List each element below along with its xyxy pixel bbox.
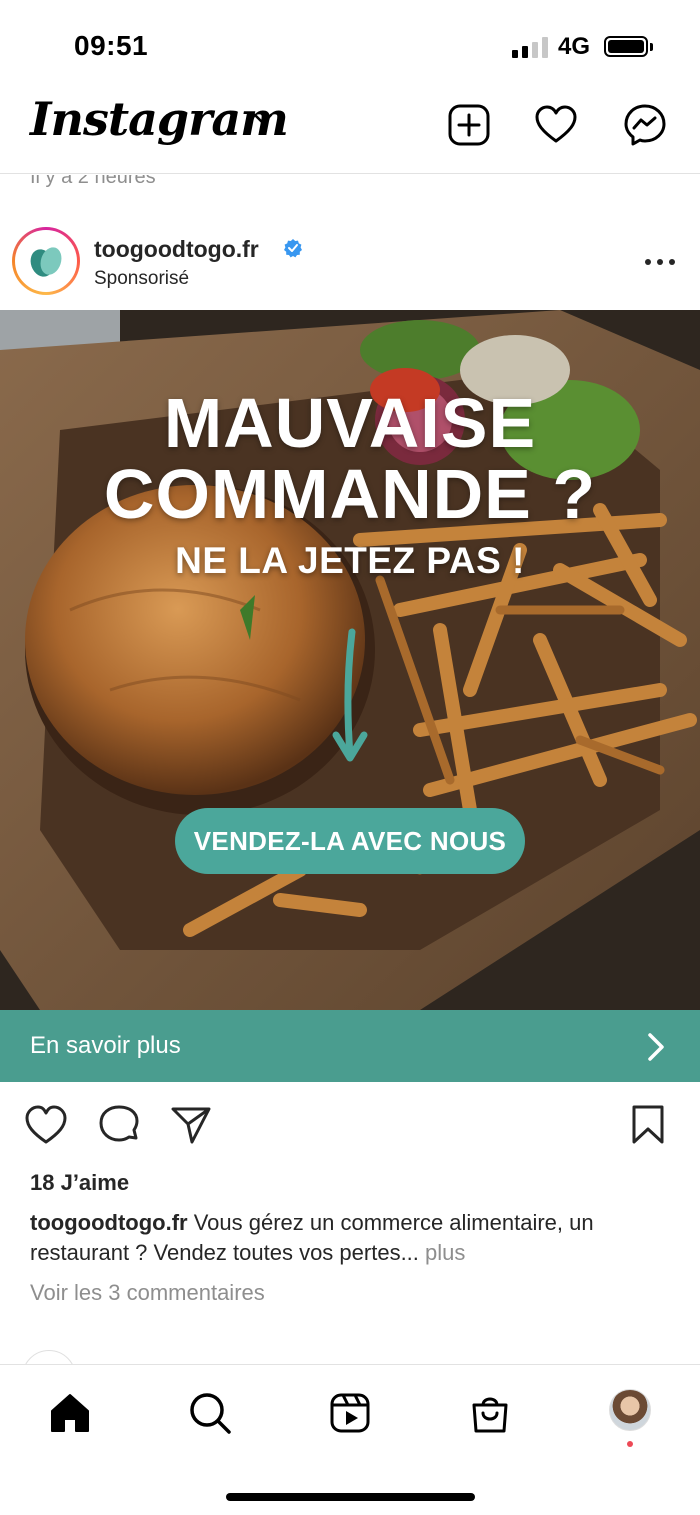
learn-more-label: En savoir plus [30, 1032, 181, 1059]
post-username[interactable]: toogoodtogo.fr [94, 236, 259, 263]
view-comments-link[interactable]: Voir les 3 commentaires [30, 1280, 265, 1306]
comment-icon[interactable] [98, 1104, 140, 1146]
notification-dot [627, 1441, 633, 1447]
reels-icon[interactable] [328, 1391, 372, 1435]
new-post-icon[interactable] [446, 102, 492, 148]
home-icon[interactable] [48, 1391, 92, 1435]
bookmark-icon[interactable] [630, 1104, 666, 1146]
chevron-down-icon[interactable] [252, 112, 274, 126]
ad-headline: MAUVAISE COMMANDE ? [0, 384, 700, 534]
instagram-logo[interactable]: Instagram [30, 92, 289, 146]
ad-headline-line1: MAUVAISE [163, 384, 537, 462]
heart-icon[interactable] [533, 102, 579, 148]
messenger-icon[interactable] [622, 102, 668, 148]
post-actions [0, 1100, 700, 1150]
header-divider [0, 173, 700, 174]
signal-strength-icon [512, 36, 548, 58]
battery-nub [650, 43, 653, 51]
ad-headline-line2: COMMANDE ? [103, 455, 597, 534]
share-icon[interactable] [170, 1104, 212, 1146]
battery-icon [604, 36, 648, 57]
search-icon[interactable] [188, 1391, 232, 1435]
app-header: Instagram [0, 90, 700, 174]
sponsored-label: Sponsorisé [94, 268, 190, 289]
status-bar: 09:51 4G [0, 0, 700, 90]
toogoodtogo-logo-icon [30, 247, 62, 277]
post-caption[interactable]: toogoodtogo.fr Vous gérez un commerce al… [30, 1208, 670, 1268]
more-options-icon[interactable] [644, 258, 676, 266]
status-time: 09:51 [74, 30, 149, 61]
chevron-right-icon [648, 1033, 664, 1061]
learn-more-bar[interactable]: En savoir plus [0, 1010, 700, 1082]
home-indicator[interactable] [226, 1493, 475, 1501]
like-icon[interactable] [24, 1104, 68, 1146]
verified-badge-icon [284, 239, 302, 258]
image-cta-pill: VENDEZ-LA AVEC NOUS [175, 808, 525, 874]
author-avatar[interactable] [12, 227, 80, 295]
bottom-nav [0, 1364, 700, 1515]
profile-avatar[interactable] [609, 1389, 651, 1431]
caption-more-link[interactable]: plus [419, 1240, 465, 1265]
ad-subheadline: NE LA JETEZ PAS ! [175, 540, 525, 581]
caption-username[interactable]: toogoodtogo.fr [30, 1210, 188, 1235]
post-header: toogoodtogo.fr Sponsorisé [0, 222, 700, 302]
network-label: 4G [558, 33, 591, 60]
shop-icon[interactable] [468, 1391, 512, 1435]
likes-count[interactable]: 18 J’aime [30, 1170, 129, 1196]
